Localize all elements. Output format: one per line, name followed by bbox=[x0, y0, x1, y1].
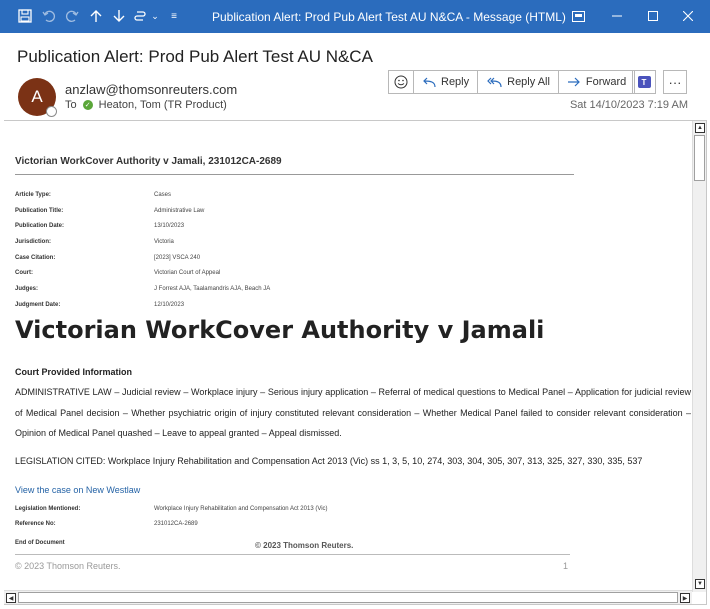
reply-all-label: Reply All bbox=[507, 76, 550, 88]
meta-value: Workplace Injury Rehabilitation and Comp… bbox=[154, 506, 328, 512]
recipient-line: To ✓ Heaton, Tom (TR Product) bbox=[65, 99, 227, 111]
copyright-footer: © 2023 Thomson Reuters. bbox=[15, 561, 121, 571]
recipient-name[interactable]: Heaton, Tom (TR Product) bbox=[99, 99, 227, 111]
scroll-up-icon[interactable]: ▲ bbox=[695, 123, 705, 133]
scroll-thumb[interactable] bbox=[18, 592, 678, 603]
undo-icon[interactable] bbox=[41, 8, 57, 24]
minimize-icon[interactable] bbox=[602, 6, 632, 26]
check-icon: ✓ bbox=[82, 100, 93, 110]
meta-value: 231012CA-2689 bbox=[154, 521, 198, 527]
emoji-reaction-button[interactable] bbox=[388, 70, 414, 94]
divider bbox=[15, 174, 574, 175]
reply-button[interactable]: Reply bbox=[413, 70, 479, 94]
meta-value: 12/10/2023 bbox=[154, 302, 185, 308]
message-subject: Publication Alert: Prod Pub Alert Test A… bbox=[17, 47, 373, 66]
meta-key: Jurisdiction: bbox=[15, 239, 52, 245]
meta-key: Court: bbox=[15, 270, 33, 276]
meta-value: Victorian Court of Appeal bbox=[154, 270, 221, 276]
page-number: 1 bbox=[563, 561, 569, 571]
customize-icon[interactable]: ≡ bbox=[166, 8, 182, 24]
title-bar: ⌄ ≡ Publication Alert: Prod Pub Alert Te… bbox=[0, 0, 710, 33]
article-title: Victorian WorkCover Authority v Jamali bbox=[15, 316, 545, 344]
meta-value: J Forrest AJA, Taalamandris AJA, Beach J… bbox=[154, 286, 271, 292]
forward-icon bbox=[567, 77, 580, 87]
vertical-scrollbar[interactable]: ▲ ▼ bbox=[692, 121, 706, 592]
case-summary: ADMINISTRATIVE LAW – Judicial review – W… bbox=[15, 387, 691, 438]
paperclip-icon[interactable] bbox=[132, 8, 148, 24]
case-heading: Victorian WorkCover Authority v Jamali, … bbox=[15, 156, 282, 167]
down-arrow-icon[interactable] bbox=[111, 8, 127, 24]
redo-icon[interactable] bbox=[64, 8, 80, 24]
avatar-letter: A bbox=[31, 87, 43, 106]
westlaw-link[interactable]: View the case on New Westlaw bbox=[15, 485, 140, 495]
reply-label: Reply bbox=[441, 76, 470, 88]
court-info-heading: Court Provided Information bbox=[15, 367, 132, 377]
meta-key: Article Type: bbox=[15, 192, 51, 198]
close-icon[interactable] bbox=[673, 6, 703, 26]
message-actions: Reply Reply All Forward bbox=[388, 70, 636, 94]
meta-key: Publication Date: bbox=[15, 223, 65, 229]
reply-all-icon bbox=[487, 77, 502, 88]
message-body: Victorian WorkCover Authority v Jamali, … bbox=[4, 120, 707, 605]
save-icon[interactable] bbox=[17, 8, 33, 24]
meta-key: Judges: bbox=[15, 286, 39, 292]
smiley-icon bbox=[394, 75, 408, 89]
presence-status-icon bbox=[46, 106, 57, 117]
scroll-down-icon[interactable]: ▼ bbox=[695, 579, 705, 589]
meta-key: Case Citation: bbox=[15, 255, 56, 261]
teams-icon: T bbox=[637, 76, 651, 88]
more-actions-button[interactable]: ··· bbox=[663, 70, 687, 94]
legislation-cited: LEGISLATION CITED: Workplace Injury Reha… bbox=[15, 456, 643, 466]
meta-value: Victoria bbox=[154, 239, 174, 245]
meta-value: Administrative Law bbox=[154, 208, 205, 214]
reply-all-button[interactable]: Reply All bbox=[477, 70, 559, 94]
scroll-right-icon[interactable]: ▶ bbox=[680, 593, 690, 603]
scroll-thumb[interactable] bbox=[694, 135, 705, 181]
sender-address[interactable]: anzlaw@thomsonreuters.com bbox=[65, 82, 237, 97]
maximize-icon[interactable] bbox=[638, 6, 668, 26]
meta-key: Legislation Mentioned: bbox=[15, 506, 81, 512]
scroll-left-icon[interactable]: ◀ bbox=[6, 593, 16, 603]
horizontal-scrollbar[interactable]: ◀ ▶ bbox=[4, 590, 692, 604]
copyright-notice: © 2023 Thomson Reuters. bbox=[255, 541, 354, 550]
more-chevron-icon[interactable]: ⌄ bbox=[147, 8, 163, 24]
window-layout-icon[interactable] bbox=[563, 6, 593, 26]
forward-button[interactable]: Forward bbox=[557, 70, 636, 94]
up-arrow-icon[interactable] bbox=[88, 8, 104, 24]
meta-key: Judgment Date: bbox=[15, 302, 61, 308]
meta-key: Reference No: bbox=[15, 521, 56, 527]
meta-key: Publication Title: bbox=[15, 208, 64, 214]
window-title: Publication Alert: Prod Pub Alert Test A… bbox=[212, 10, 566, 24]
forward-label: Forward bbox=[585, 76, 627, 88]
divider bbox=[15, 554, 570, 555]
meta-value: Cases bbox=[154, 192, 172, 198]
meta-value: 13/10/2023 bbox=[154, 223, 185, 229]
end-of-document: End of Document bbox=[15, 540, 65, 546]
ellipsis-icon: ··· bbox=[668, 74, 682, 90]
to-label: To bbox=[65, 99, 77, 111]
message-date: Sat 14/10/2023 7:19 AM bbox=[569, 99, 688, 111]
meta-value: [2023] VSCA 240 bbox=[154, 255, 201, 261]
teams-button[interactable]: T bbox=[632, 70, 656, 94]
reply-icon bbox=[423, 77, 436, 88]
